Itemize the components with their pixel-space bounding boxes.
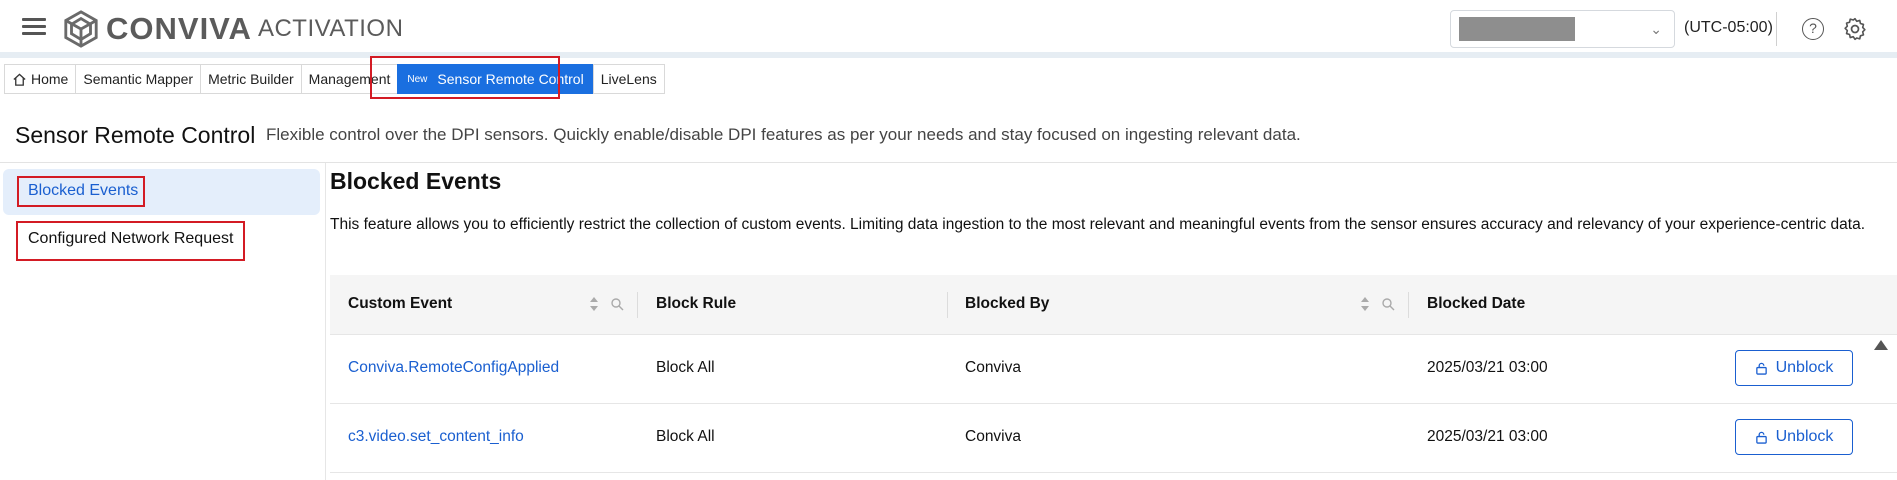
home-icon xyxy=(13,72,26,86)
top-bar: CONVIVA ACTIVATION ⌄ (UTC-05:00) ? xyxy=(0,0,1897,58)
timezone-label[interactable]: (UTC-05:00) xyxy=(1684,19,1773,37)
column-divider xyxy=(637,292,638,318)
unlock-icon xyxy=(1755,431,1767,444)
table-row: c3.video.set_content_info Block All Conv… xyxy=(330,405,1897,473)
header-divider xyxy=(1776,12,1777,46)
block-rule-cell: Block All xyxy=(656,428,715,445)
table-header: Custom Event Block Rule Blocked By Block… xyxy=(330,275,1897,335)
help-icon[interactable]: ? xyxy=(1802,18,1824,40)
tab-label: Metric Builder xyxy=(208,71,294,87)
column-divider xyxy=(1408,292,1409,318)
search-icon[interactable] xyxy=(610,297,624,311)
account-selector[interactable]: ⌄ xyxy=(1450,10,1675,48)
tab-home[interactable]: Home xyxy=(4,64,76,94)
tab-label: LiveLens xyxy=(600,71,657,87)
chevron-down-icon: ⌄ xyxy=(1650,21,1662,37)
scroll-up-arrow-icon[interactable] xyxy=(1874,340,1888,350)
blocked-by-cell: Conviva xyxy=(965,428,1021,445)
nav-item-configured-network-request[interactable]: Configured Network Request xyxy=(3,217,320,263)
unblock-button[interactable]: Unblock xyxy=(1735,350,1853,386)
custom-event-link[interactable]: c3.video.set_content_info xyxy=(348,428,524,446)
column-divider xyxy=(947,292,948,318)
tab-label: Semantic Mapper xyxy=(83,71,194,87)
module-tabs: Home Semantic Mapper Metric Builder Mana… xyxy=(4,64,665,94)
tab-metric-builder[interactable]: Metric Builder xyxy=(200,64,301,94)
column-header-custom-event: Custom Event xyxy=(348,295,453,312)
redacted-account-name xyxy=(1459,17,1575,41)
custom-event-link[interactable]: Conviva.RemoteConfigApplied xyxy=(348,359,559,377)
column-header-blocked-date: Blocked Date xyxy=(1427,295,1526,312)
conviva-logo-icon xyxy=(64,10,98,48)
tab-label: Home xyxy=(31,71,69,87)
block-rule-cell: Block All xyxy=(656,359,715,376)
logo-wordmark: CONVIVA xyxy=(106,11,252,46)
page-title: Sensor Remote Control xyxy=(15,122,256,148)
unlock-icon xyxy=(1755,362,1767,375)
tab-label: Management xyxy=(308,71,391,87)
nav-item-label: Configured Network Request xyxy=(28,230,234,247)
nav-item-blocked-events[interactable]: Blocked Events xyxy=(3,169,320,215)
blocked-by-cell: Conviva xyxy=(965,359,1021,376)
blocked-events-table: Custom Event Block Rule Blocked By Block… xyxy=(330,275,1897,480)
new-badge: New xyxy=(407,73,428,85)
unblock-button[interactable]: Unblock xyxy=(1735,419,1853,455)
unblock-label: Unblock xyxy=(1775,359,1834,376)
column-header-blocked-by: Blocked By xyxy=(965,295,1050,312)
menu-icon[interactable] xyxy=(22,15,46,39)
blocked-date-cell: 2025/03/21 03:00 xyxy=(1427,428,1548,445)
page-description: Flexible control over the DPI sensors. Q… xyxy=(266,125,1301,144)
search-icon[interactable] xyxy=(1381,297,1395,311)
blocked-date-cell: 2025/03/21 03:00 xyxy=(1427,359,1548,376)
sort-icon[interactable] xyxy=(589,295,599,313)
product-name: ACTIVATION xyxy=(257,15,404,42)
section-title: Blocked Events xyxy=(330,168,502,194)
app-logo[interactable]: CONVIVA ACTIVATION xyxy=(62,10,403,48)
tab-sensor-remote-control[interactable]: New Sensor Remote Control xyxy=(397,64,593,94)
tab-semantic-mapper[interactable]: Semantic Mapper xyxy=(75,64,201,94)
sort-icon[interactable] xyxy=(1360,295,1370,313)
side-nav: Blocked Events Configured Network Reques… xyxy=(0,163,326,480)
gear-icon[interactable] xyxy=(1842,16,1868,42)
tab-management[interactable]: Management xyxy=(300,64,398,94)
section-description: This feature allows you to efficiently r… xyxy=(330,216,1865,233)
nav-item-label: Blocked Events xyxy=(28,182,139,199)
tab-label: Sensor Remote Control xyxy=(437,71,584,87)
unblock-label: Unblock xyxy=(1775,428,1834,445)
tab-livelens[interactable]: LiveLens xyxy=(592,64,665,94)
table-row: Conviva.RemoteConfigApplied Block All Co… xyxy=(330,336,1897,404)
column-header-block-rule: Block Rule xyxy=(656,295,737,312)
